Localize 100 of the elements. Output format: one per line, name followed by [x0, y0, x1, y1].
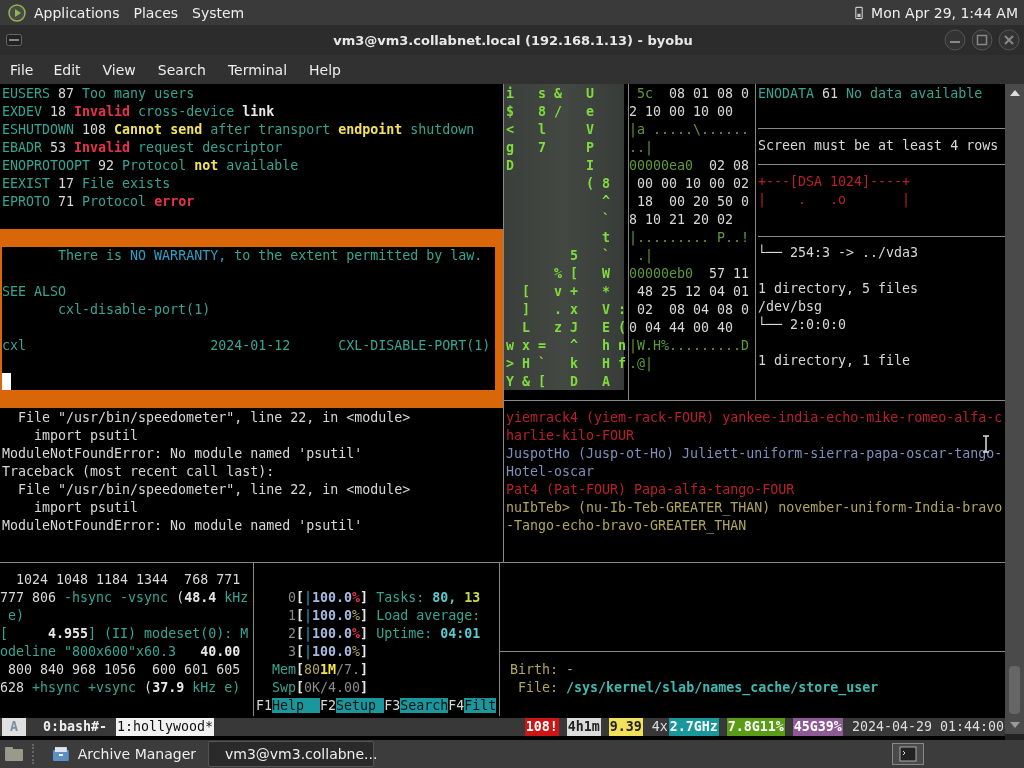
terminal-line: [ v + *	[521, 283, 611, 301]
scroll-down-icon[interactable]	[1009, 722, 1020, 728]
archive-icon	[52, 746, 70, 762]
terminal-line: File "/usr/bin/speedometer", line 22, in <module>	[17, 481, 411, 499]
terminal-line: EXDEV 18 Invalid cross-device link	[2, 103, 275, 121]
scrollbar-thumb[interactable]	[1009, 666, 1020, 714]
window-tab[interactable]: 0:bash#-	[42, 718, 109, 736]
terminal-line: Pat4 (Pat-FOUR) Papa-alfa-tango-FOUR	[506, 481, 795, 499]
terminal-line: [ 4.955] (II) modeset(0): M	[0, 625, 249, 643]
menu-item[interactable]: Search	[157, 61, 206, 78]
menu-item[interactable]: Terminal	[227, 61, 288, 78]
terminal-line: L z J E (	[521, 319, 627, 337]
terminal-line: 1 directory, 1 file	[758, 352, 911, 370]
menu-item[interactable]: File	[10, 61, 34, 78]
terminal-line: Hotel-oscar	[506, 463, 595, 481]
terminal-line: └── 2:0:0:0	[758, 316, 847, 334]
terminal-line: File "/usr/bin/speedometer", line 22, in <module>	[17, 409, 411, 427]
terminal-line: odeline "800x600"x60.3 40.00	[0, 643, 241, 661]
terminal-line: 1 directory, 5 files	[758, 280, 919, 298]
status-text: 2024-04-29 01:44:00	[850, 718, 1005, 736]
taskbar-button[interactable]: Archive Manager	[44, 741, 204, 767]
window-menu-icon[interactable]	[6, 34, 22, 46]
terminal-line: └── 254:3 -> ../vda3	[758, 244, 919, 262]
maximize-icon[interactable]	[971, 29, 993, 51]
terminal-line: Traceback (most recent call last):	[2, 463, 275, 481]
terminal-line: ESHUTDOWN 108 Cannot send after transport endpoint shutdown	[2, 121, 475, 139]
terminal-line: ..|	[629, 139, 654, 157]
distro-logo-icon[interactable]	[8, 3, 26, 22]
terminal-line: .@|	[629, 355, 654, 373]
terminal-line: 02 08 04 08 0	[636, 301, 750, 319]
panel-menu[interactable]: Places	[133, 4, 179, 21]
terminal-line: ENOPROTOOPT 92 Protocol not available	[2, 157, 299, 175]
terminal-line: $ 8 / e	[506, 103, 595, 121]
terminal-line: File: /sys/kernel/slab/names_cache/store_user	[517, 679, 879, 697]
close-icon[interactable]	[998, 29, 1020, 51]
menu-item[interactable]: Help	[309, 61, 341, 78]
terminal-line: 8 10 21 20 02	[629, 211, 734, 229]
status-indicator: 45G39%	[792, 718, 843, 736]
terminal-line: JuspotHo (Jusp-ot-Ho) Juliett-uniform-sierra-papa-oscar-tango-	[506, 445, 1003, 463]
status-text: 4x	[650, 718, 669, 736]
terminal-line: nuIbTeb> (nu-Ib-Teb-GREATER_THAN) november-uniform-India-bravo	[506, 499, 1003, 517]
terminal-line: 3[|100.0%]	[287, 643, 369, 661]
terminal-line: -Tango-echo-bravo-GREATER_THAN	[506, 517, 747, 535]
terminal-line: 5c 08 01 08 0	[636, 85, 750, 103]
minimize-icon[interactable]	[944, 29, 966, 51]
terminal-line: import psutil	[33, 427, 139, 445]
scrollbar[interactable]	[1005, 84, 1024, 734]
terminal-line: |......... P..!	[629, 229, 750, 247]
status-indicator: 108!	[524, 718, 559, 736]
terminal-line: `	[601, 211, 611, 229]
terminal-line: g 7 P	[506, 139, 595, 157]
window-tab[interactable]: 1:hollywood*	[116, 718, 215, 736]
terminal-line: 48 25 12 04 01	[636, 283, 750, 301]
terminal-line: F1Help F2Setup F3SearchF4Filt	[256, 697, 497, 715]
status-indicator: 4h1m	[566, 718, 601, 736]
terminal-line: 00000ea0 02 08	[629, 157, 750, 175]
terminal-line: 628 +hsync +vsync (37.9 kHz e)	[0, 679, 241, 697]
terminal-line: Swp[0K/4.00]	[271, 679, 369, 697]
terminal-icon[interactable]	[892, 743, 924, 765]
terminal-line: 2[|100.0%] Uptime: 04:01	[287, 625, 481, 643]
menu-item[interactable]: Edit	[53, 61, 81, 78]
terminal-line: % [ W	[553, 265, 611, 283]
terminal-line: Screen must be at least 4 rows	[758, 137, 999, 155]
status-indicator: 2.7GHz	[668, 718, 719, 736]
status-indicator: 7.8G11%	[726, 718, 785, 736]
scroll-up-icon[interactable]	[1009, 90, 1020, 96]
terminal-line: 0 04 44 00 40	[629, 319, 734, 337]
terminal-line: t	[601, 229, 611, 247]
terminal-line: import psutil	[33, 499, 139, 517]
terminal-line: Birth: -	[510, 661, 575, 679]
terminal-line: yiemrack4 (yiem-rack-FOUR) yankee-india-echo-mike-romeo-alfa-c	[506, 409, 1003, 427]
terminal-line: cxl-disable-port(1)	[57, 301, 211, 319]
terminal-line: < l V	[506, 121, 595, 139]
terminal-line: |a .....\......	[629, 121, 750, 139]
menu-item[interactable]: View	[102, 61, 136, 78]
terminal-line: 00000eb0 57 11	[629, 265, 750, 283]
terminal-line: > H ` k H f	[506, 355, 627, 373]
terminal-line: 0[|100.0%] Tasks: 80, 13	[287, 589, 481, 607]
terminal-line: 777 806 -hsync -vsync (48.4 kHz	[0, 589, 249, 607]
terminal-line: ENODATA 61 No data available	[758, 85, 983, 103]
window-title: vm3@vm3.collabnet.local (192.168.1.13) - byobu	[332, 32, 694, 48]
terminal-line: ModuleNotFoundError: No module named 'psutil'	[2, 517, 363, 535]
taskbar-button[interactable]: vm3@vm3.collabne...	[208, 741, 374, 767]
terminal-line: ] . x V :	[521, 301, 627, 319]
terminal-line: There is NO WARRANTY, to the extent permitted by law.	[57, 247, 483, 265]
clock[interactable]: Mon Apr 29, 1:44 AM	[871, 4, 1018, 21]
show-desktop-icon[interactable]	[4, 746, 24, 762]
terminal-line: 1024 1048 1184 1344 768 771	[15, 571, 241, 589]
terminal-line: EBADR 53 Invalid request descriptor	[2, 139, 283, 157]
terminal-line: harlie-kilo-FOUR	[506, 427, 635, 445]
terminal-line: cxl 2024-01-12 CXL-DISABLE-PORT(1)	[2, 337, 491, 355]
terminal-line: Y & [ D A	[506, 373, 611, 391]
network-icon[interactable]	[855, 5, 864, 20]
terminal-line: 5 `	[569, 247, 611, 265]
terminal-line: EPROTO 71 Protocol error	[2, 193, 195, 211]
panel-menu[interactable]: System	[192, 4, 245, 21]
panel-menu[interactable]: Applications	[34, 4, 120, 21]
terminal-line: 18 00 20 50 0	[636, 193, 750, 211]
terminal-line: | . .o |	[758, 191, 911, 209]
status-indicator: 9.39	[608, 718, 643, 736]
